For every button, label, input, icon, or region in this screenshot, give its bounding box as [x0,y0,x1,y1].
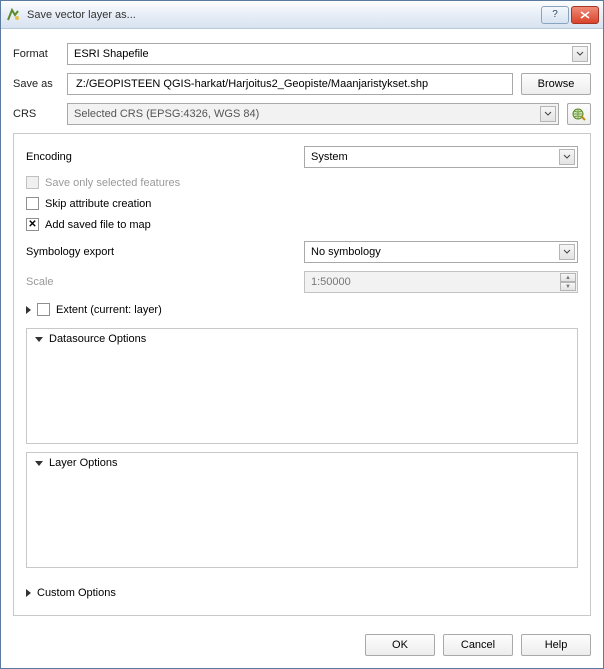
save-selected-check: Save only selected features [26,176,578,189]
custom-title: Custom Options [37,587,116,599]
crs-value: Selected CRS (EPSG:4326, WGS 84) [74,108,259,120]
format-combo[interactable]: ESRI Shapefile [67,43,591,65]
encoding-row: Encoding System [26,146,578,168]
extent-checkbox[interactable] [37,303,50,316]
ok-button[interactable]: OK [365,634,435,656]
format-row: Format ESRI Shapefile [13,43,591,65]
dialog-footer: OK Cancel Help [1,626,603,668]
chevron-right-icon [26,589,31,597]
dialog-window: Save vector layer as... ? Format ESRI Sh… [0,0,604,669]
symbology-row: Symbology export No symbology [26,241,578,263]
scale-spinner: 1:50000 ▲ ▼ [304,271,578,293]
scale-value: 1:50000 [311,276,351,288]
crs-select-button[interactable] [567,103,591,125]
datasource-header[interactable]: Datasource Options [27,329,577,349]
datasource-body [27,349,577,443]
saveas-row: Save as Browse [13,73,591,95]
add-to-map-label: Add saved file to map [45,219,151,231]
encoding-value: System [311,151,348,163]
spinner-up[interactable]: ▲ [560,273,576,282]
extent-disclose[interactable]: Extent (current: layer) [26,303,578,316]
chevron-right-icon [26,306,31,314]
window-title: Save vector layer as... [27,9,541,21]
spinner-arrows: ▲ ▼ [560,273,576,291]
chevron-down-icon [559,149,575,165]
scale-row: Scale 1:50000 ▲ ▼ [26,271,578,293]
symbology-combo[interactable]: No symbology [304,241,578,263]
titlebar: Save vector layer as... ? [1,1,603,29]
chevron-down-icon [35,461,43,466]
crs-label: CRS [13,108,59,120]
app-icon [5,7,21,23]
format-value: ESRI Shapefile [74,48,149,60]
saveas-label: Save as [13,78,59,90]
symbology-value: No symbology [311,246,381,258]
add-to-map-checkbox[interactable] [26,218,39,231]
chevron-down-icon [559,244,575,260]
layer-title: Layer Options [49,457,117,469]
chevron-down-icon [572,46,588,62]
symbology-label: Symbology export [26,246,304,258]
extent-label: Extent (current: layer) [56,304,162,316]
close-window-button[interactable] [571,6,599,24]
help-button[interactable]: Help [521,634,591,656]
encoding-combo[interactable]: System [304,146,578,168]
cancel-button[interactable]: Cancel [443,634,513,656]
dialog-body: Format ESRI Shapefile Save as Browse CRS… [1,29,603,626]
saveas-input-wrap [67,73,513,95]
encoding-label: Encoding [26,151,304,163]
globe-icon [571,107,587,121]
browse-button[interactable]: Browse [521,73,591,95]
format-label: Format [13,48,59,60]
layer-body [27,473,577,567]
save-selected-checkbox [26,176,39,189]
crs-row: CRS Selected CRS (EPSG:4326, WGS 84) [13,103,591,125]
layer-header[interactable]: Layer Options [27,453,577,473]
datasource-title: Datasource Options [49,333,146,345]
scale-label: Scale [26,276,304,288]
add-to-map-check[interactable]: Add saved file to map [26,218,578,231]
window-controls: ? [541,6,599,24]
spinner-down[interactable]: ▼ [560,282,576,291]
saveas-input[interactable] [74,77,506,91]
help-window-button[interactable]: ? [541,6,569,24]
datasource-section: Datasource Options [26,328,578,444]
skip-attr-check[interactable]: Skip attribute creation [26,197,578,210]
save-selected-label: Save only selected features [45,177,180,189]
crs-combo[interactable]: Selected CRS (EPSG:4326, WGS 84) [67,103,559,125]
skip-attr-checkbox[interactable] [26,197,39,210]
options-group: Encoding System Save only selected featu… [13,133,591,616]
chevron-down-icon [35,337,43,342]
custom-disclose[interactable]: Custom Options [26,583,578,603]
layer-section: Layer Options [26,452,578,568]
chevron-down-icon [540,106,556,122]
skip-attr-label: Skip attribute creation [45,198,151,210]
